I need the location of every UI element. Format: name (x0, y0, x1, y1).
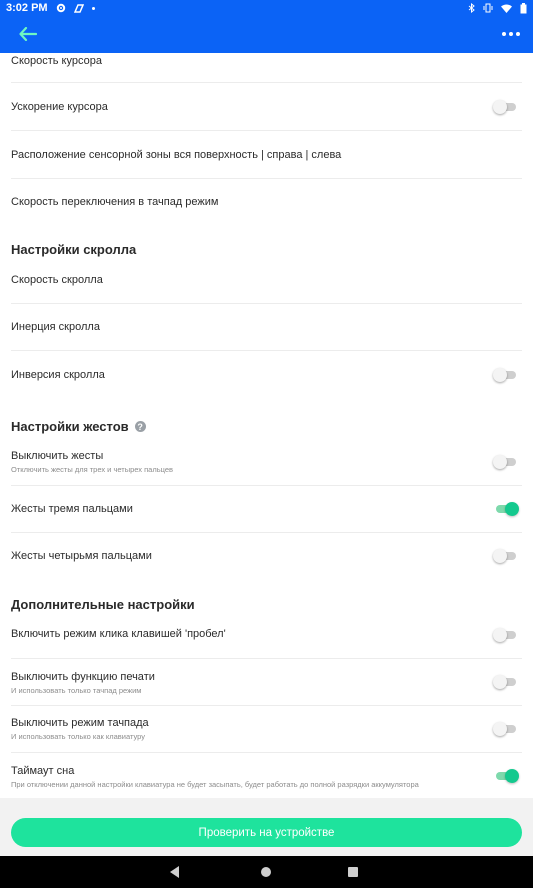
setting-four-finger[interactable]: Жесты четырьмя пальцами (11, 533, 522, 580)
setting-label: Скорость скролла (11, 274, 103, 286)
setting-space-click[interactable]: Включить режим клика клавишей 'пробел' (11, 611, 522, 659)
setting-scroll-inversion[interactable]: Инверсия скролла (11, 351, 522, 399)
nav-back-icon[interactable] (170, 866, 179, 878)
setting-sublabel: При отключении данной настройки клавиату… (11, 780, 419, 789)
section-title-scroll: Настройки скролла (11, 242, 136, 257)
disable-touchpad-toggle[interactable] (493, 722, 516, 736)
disable-print-toggle[interactable] (493, 675, 516, 689)
section-title-text: Дополнительные настройки (11, 597, 195, 612)
setting-touch-zone[interactable]: Расположение сенсорной зоны вся поверхно… (11, 131, 522, 179)
setting-cursor-speed[interactable]: Скорость курсора (11, 53, 522, 83)
status-bar: 3:02 PM (0, 0, 533, 16)
setting-label: Скорость курсора (11, 55, 102, 67)
check-on-device-button[interactable]: Проверить на устройстве (11, 818, 522, 847)
three-finger-toggle[interactable] (496, 502, 519, 516)
setting-label: Скорость переключения в тачпад режим (11, 196, 219, 208)
wifi-icon (501, 4, 512, 13)
setting-sublabel: И использовать только как клавиатуру (11, 732, 145, 741)
space-click-toggle[interactable] (493, 628, 516, 642)
setting-scroll-speed[interactable]: Скорость скролла (11, 258, 522, 304)
four-finger-toggle[interactable] (493, 549, 516, 563)
back-button[interactable] (14, 22, 42, 46)
setting-label: Ускорение курсора (11, 101, 108, 113)
setting-disable-gestures[interactable]: Выключить жесты Отключить жесты для трех… (11, 438, 522, 486)
setting-label: Таймаут сна (11, 765, 75, 777)
section-title-gestures: Настройки жестов ? (11, 419, 146, 434)
scroll-inversion-toggle[interactable] (493, 368, 516, 382)
setting-label: Выключить режим тачпада (11, 717, 149, 729)
section-title-text: Настройки скролла (11, 242, 137, 257)
settings-list: Скорость курсора Ускорение курсора Распо… (0, 53, 533, 798)
app-bar (0, 16, 533, 53)
disable-gestures-toggle[interactable] (493, 455, 516, 469)
setting-label: Выключить жесты (11, 450, 104, 462)
setting-disable-print[interactable]: Выключить функцию печати И использовать … (11, 659, 522, 706)
setting-label: Выключить функцию печати (11, 671, 155, 683)
cursor-accel-toggle[interactable] (493, 100, 516, 114)
setting-label: Инверсия скролла (11, 369, 105, 381)
arrow-left-icon (19, 27, 37, 41)
setting-three-finger[interactable]: Жесты тремя пальцами (11, 486, 522, 533)
setting-scroll-inertia[interactable]: Инерция скролла (11, 304, 522, 351)
battery-icon (520, 2, 527, 13)
setting-label: Жесты четырьмя пальцами (11, 550, 152, 562)
system-nav-bar (0, 856, 533, 888)
vibrate-icon (483, 3, 493, 13)
dot-icon (91, 6, 95, 10)
status-time: 3:02 PM (6, 2, 48, 14)
setting-sublabel: Отключить жесты для трех и четырех пальц… (11, 465, 174, 474)
setting-sublabel: И использовать только тачпад режим (11, 686, 142, 695)
sleep-timeout-toggle[interactable] (496, 769, 519, 783)
section-title-text: Настройки жестов (11, 419, 129, 434)
setting-label: Включить режим клика клавишей 'пробел' (11, 628, 226, 640)
nfc-icon (73, 3, 84, 13)
section-title-extra: Дополнительные настройки (11, 597, 195, 612)
help-icon[interactable]: ? (134, 421, 146, 432)
setting-label: Инерция скролла (11, 321, 100, 333)
bluetooth-icon (468, 3, 475, 13)
setting-cursor-accel[interactable]: Ускорение курсора (11, 83, 522, 131)
more-dots-icon[interactable] (497, 22, 525, 46)
setting-disable-touchpad[interactable]: Выключить режим тачпада И использовать т… (11, 706, 522, 753)
nav-home-icon[interactable] (261, 867, 271, 877)
setting-sleep-timeout[interactable]: Таймаут сна При отключении данной настро… (11, 753, 522, 798)
bottom-panel: Проверить на устройстве (0, 798, 533, 856)
setting-label: Жесты тремя пальцами (11, 503, 133, 515)
setting-label: Расположение сенсорной зоны вся поверхно… (11, 149, 342, 161)
nav-recent-icon[interactable] (348, 867, 358, 877)
setting-touchpad-switch-speed[interactable]: Скорость переключения в тачпад режим (11, 179, 522, 227)
gear-icon (56, 3, 65, 13)
